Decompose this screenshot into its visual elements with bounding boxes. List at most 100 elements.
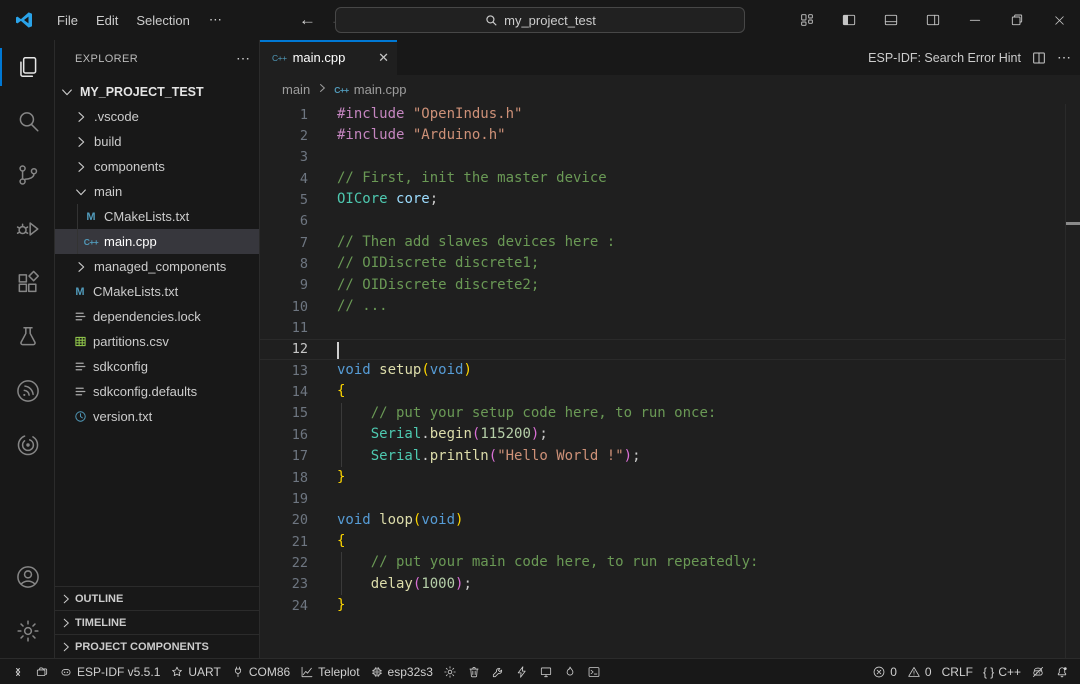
code-line-1[interactable]: 1#include "OpenIndus.h": [260, 104, 1065, 125]
tree-item-version-txt[interactable]: version.txt: [55, 404, 259, 429]
code-line-18[interactable]: 18}: [260, 467, 1065, 488]
tree-item-partitions-csv[interactable]: partitions.csv: [55, 329, 259, 354]
section-outline[interactable]: OUTLINE: [55, 586, 259, 610]
split-editor-icon[interactable]: [1031, 50, 1047, 66]
code-line-12[interactable]: 12: [260, 339, 1065, 360]
code-line-4[interactable]: 4// First, init the master device: [260, 168, 1065, 189]
menu-file[interactable]: File: [48, 9, 87, 32]
code-line-8[interactable]: 8// OIDiscrete discrete1;: [260, 253, 1065, 274]
code-line-22[interactable]: 22 // put your main code here, to run re…: [260, 552, 1065, 573]
chevron-right-icon: [59, 640, 75, 654]
code-line-6[interactable]: 6: [260, 211, 1065, 232]
menu-selection[interactable]: Selection: [127, 9, 198, 32]
code-area[interactable]: 1#include "OpenIndus.h"2#include "Arduin…: [260, 104, 1065, 658]
code-line-15[interactable]: 15 // put your setup code here, to run o…: [260, 403, 1065, 424]
window-restore-button[interactable]: [996, 0, 1038, 40]
status-terminal[interactable]: [582, 661, 606, 683]
line-number: 6: [260, 213, 308, 229]
chevron-down-icon: [59, 84, 75, 100]
status-esp-idf-tools[interactable]: [30, 661, 54, 683]
chevron-right-icon: [73, 159, 89, 175]
code-line-11[interactable]: 11: [260, 317, 1065, 338]
status-flash-method[interactable]: UART: [165, 661, 225, 683]
breadcrumb-file[interactable]: main.cpp: [354, 82, 407, 97]
status-language-mode[interactable]: { }C++: [978, 661, 1026, 683]
code-line-17[interactable]: 17 Serial.println("Hello World !");: [260, 446, 1065, 467]
sidebar-more-actions[interactable]: ⋯: [236, 50, 251, 67]
tree-item-main-cpp[interactable]: C++main.cpp: [55, 229, 259, 254]
section-timeline[interactable]: TIMELINE: [55, 610, 259, 634]
tree-item-cmakelists-txt[interactable]: MCMakeLists.txt: [55, 204, 259, 229]
status-copilot[interactable]: [1026, 661, 1050, 683]
window-minimize-button[interactable]: [954, 0, 996, 40]
status-full-clean[interactable]: [462, 661, 486, 683]
code-line-23[interactable]: 23 delay(1000);: [260, 574, 1065, 595]
status-teleplot[interactable]: Teleplot: [295, 661, 364, 683]
code-line-16[interactable]: 16 Serial.begin(115200);: [260, 424, 1065, 445]
status-esp-idf-version[interactable]: ESP-IDF v5.5.1: [54, 661, 165, 683]
tree-item-dependencies-lock[interactable]: dependencies.lock: [55, 304, 259, 329]
status-device-target[interactable]: esp32s3: [365, 661, 438, 683]
tab-main-cpp[interactable]: C++ main.cpp ✕: [260, 40, 397, 75]
status-label: C++: [998, 665, 1021, 679]
activity-openindus[interactable]: [0, 418, 55, 472]
activity-accounts[interactable]: [0, 550, 55, 604]
activity-extensions[interactable]: [0, 256, 55, 310]
tree-item-cmakelists-txt[interactable]: MCMakeLists.txt: [55, 279, 259, 304]
esp-idf-hint-button[interactable]: ESP-IDF: Search Error Hint: [868, 51, 1021, 65]
toggle-panel-icon[interactable]: [870, 0, 912, 40]
code-line-14[interactable]: 14{: [260, 381, 1065, 402]
code-line-20[interactable]: 20void loop(void): [260, 510, 1065, 531]
status-eol[interactable]: CRLF: [937, 661, 978, 683]
tree-root-my_project_test[interactable]: MY_PROJECT_TEST: [55, 79, 259, 104]
star-icon: [170, 665, 184, 679]
menu-edit[interactable]: Edit: [87, 9, 127, 32]
tree-item-build[interactable]: build: [55, 129, 259, 154]
code-line-21[interactable]: 21{: [260, 531, 1065, 552]
code-line-10[interactable]: 10// ...: [260, 296, 1065, 317]
nav-back-icon[interactable]: ←: [299, 10, 316, 30]
code-line-5[interactable]: 5OICore core;: [260, 189, 1065, 210]
activity-explorer[interactable]: [0, 40, 55, 94]
tab-close-icon[interactable]: ✕: [378, 50, 389, 66]
code-line-13[interactable]: 13void setup(void): [260, 360, 1065, 381]
editor-more-actions[interactable]: ⋯: [1057, 49, 1072, 66]
status-build-flash-monitor[interactable]: [558, 661, 582, 683]
activity-search[interactable]: [0, 94, 55, 148]
activity-run-debug[interactable]: [0, 202, 55, 256]
window-close-button[interactable]: [1038, 0, 1080, 40]
code-line-3[interactable]: 3: [260, 147, 1065, 168]
code-line-2[interactable]: 2#include "Arduino.h": [260, 125, 1065, 146]
code-line-9[interactable]: 9// OIDiscrete discrete2;: [260, 275, 1065, 296]
status-flash[interactable]: [510, 661, 534, 683]
tree-item--vscode[interactable]: .vscode: [55, 104, 259, 129]
status-sdk-config[interactable]: [438, 661, 462, 683]
status-monitor[interactable]: [534, 661, 558, 683]
code-line-7[interactable]: 7// Then add slaves devices here :: [260, 232, 1065, 253]
status-errors[interactable]: 0: [867, 661, 902, 683]
tree-item-managed-components[interactable]: managed_components: [55, 254, 259, 279]
editor-scrollbar[interactable]: [1065, 104, 1080, 658]
menu-overflow[interactable]: ⋯: [199, 8, 233, 32]
code-line-24[interactable]: 24}: [260, 595, 1065, 616]
toggle-primary-sidebar-icon[interactable]: [828, 0, 870, 40]
status-build[interactable]: [486, 661, 510, 683]
tree-item-main[interactable]: main: [55, 179, 259, 204]
status-serial-port[interactable]: COM86: [226, 661, 295, 683]
toggle-secondary-sidebar-icon[interactable]: [912, 0, 954, 40]
tree-item-sdkconfig-defaults[interactable]: sdkconfig.defaults: [55, 379, 259, 404]
activity-testing[interactable]: [0, 310, 55, 364]
status-remote[interactable]: [6, 661, 30, 683]
section-project-components[interactable]: PROJECT COMPONENTS: [55, 634, 259, 658]
status-notifications[interactable]: [1050, 661, 1074, 683]
breadcrumb-folder[interactable]: main: [282, 82, 310, 97]
code-line-19[interactable]: 19: [260, 488, 1065, 509]
customize-layout-icon[interactable]: [786, 0, 828, 40]
tree-item-components[interactable]: components: [55, 154, 259, 179]
tree-item-sdkconfig[interactable]: sdkconfig: [55, 354, 259, 379]
activity-espressif-idf[interactable]: [0, 364, 55, 418]
command-center-search[interactable]: my_project_test: [335, 7, 745, 33]
activity-source-control[interactable]: [0, 148, 55, 202]
activity-settings[interactable]: [0, 604, 55, 658]
status-warnings[interactable]: 0: [902, 661, 937, 683]
